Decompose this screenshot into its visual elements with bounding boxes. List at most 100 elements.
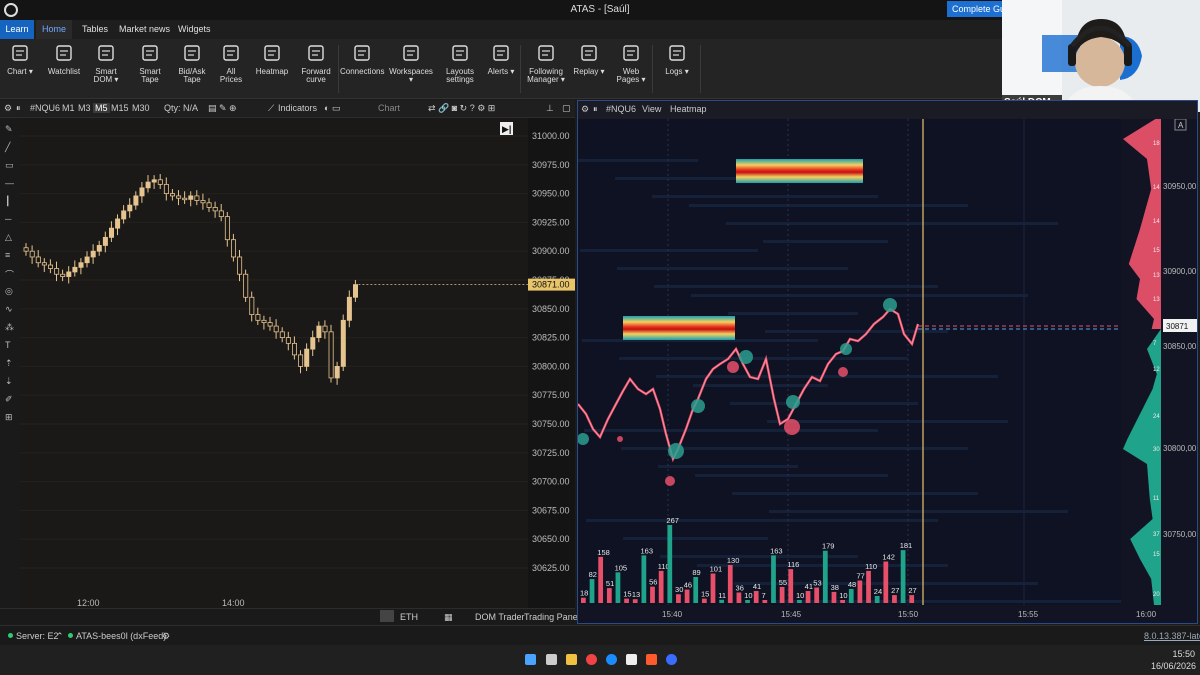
pause-icon[interactable]: ⏸	[593, 104, 598, 115]
drawing-tool-5-icon[interactable]: ─	[5, 214, 11, 224]
timeframe-m30[interactable]: M30	[132, 103, 150, 113]
candlestick-plot[interactable]: 12:00 14:00 ▶|	[20, 118, 528, 608]
candle	[188, 195, 194, 200]
menu-market-news[interactable]: Market news	[119, 20, 170, 39]
indicators-button[interactable]: Indicators	[278, 103, 317, 113]
gear-icon[interactable]: ⚙	[162, 631, 170, 642]
connections-icon	[354, 45, 370, 61]
toolbar-workspaces-button[interactable]: Workspaces ▾	[386, 39, 436, 99]
drawing-tools-icon[interactable]: ▤ ✎ ⊕	[208, 103, 237, 114]
drawing-tool-6-icon[interactable]: △	[5, 232, 12, 243]
explorer-icon[interactable]	[566, 654, 577, 665]
profile-count-label: 11	[1153, 496, 1160, 502]
toolbar-forward-curve-button[interactable]: Forward curve	[296, 39, 336, 99]
heatmap-price-label: 30750,00	[1163, 530, 1197, 539]
candle	[54, 268, 60, 275]
pause-icon[interactable]: ⏸	[16, 103, 21, 114]
menu-learn[interactable]: Learn	[0, 20, 34, 39]
drawing-tool-1-icon[interactable]: ╱	[5, 142, 10, 153]
tradingview-icon[interactable]	[626, 654, 637, 665]
taskview-icon[interactable]	[546, 654, 557, 665]
trade-bubble	[739, 350, 753, 364]
header-action-icons[interactable]: ⇄ 🔗 ◙ ↻ ? ⚙ ⊞	[428, 103, 495, 114]
view-menu[interactable]: View	[642, 104, 661, 114]
timeframe-m5[interactable]: M5	[93, 103, 110, 113]
drawing-tool-7-icon[interactable]: ≡	[5, 250, 10, 260]
drawing-tool-4-icon[interactable]: ┃	[5, 196, 10, 207]
maximize-icon[interactable]: ▢	[562, 103, 571, 114]
timeframe-m15[interactable]: M15	[111, 103, 129, 113]
drawing-tool-10-icon[interactable]: ∿	[5, 304, 13, 315]
candle	[249, 296, 255, 315]
atas-taskbar-icon[interactable]	[606, 654, 617, 665]
toolbar-alerts-button[interactable]: Alerts ▾	[482, 39, 520, 99]
toolbar-all-prices-button[interactable]: All Prices	[214, 39, 248, 99]
drawing-tool-11-icon[interactable]: ⁂	[5, 322, 14, 333]
drawing-tool-15-icon[interactable]: ✐	[5, 394, 13, 405]
menu-home[interactable]: Home	[36, 20, 72, 39]
left-symbol[interactable]: #NQU6	[30, 103, 60, 113]
toolbar-connections-button[interactable]: Connections	[340, 39, 384, 99]
heatmap-symbol[interactable]: #NQU6	[606, 104, 636, 114]
toolbar-watchlist-button[interactable]: Watchlist	[44, 39, 84, 99]
workspaces-icon	[403, 45, 419, 61]
drawing-tool-2-icon[interactable]: ▭	[5, 160, 14, 171]
price-tick-label: 30625.00	[532, 563, 570, 573]
toolbar-smart-tape-button[interactable]: Smart Tape	[130, 39, 170, 99]
version-link[interactable]: 8.0.13.387-latest	[1144, 631, 1200, 641]
settings-icon[interactable]: ⚙	[581, 104, 589, 115]
toolbar-chart-button[interactable]: Chart ▾	[0, 39, 40, 99]
drawing-tool-16-icon[interactable]: ⊞	[5, 412, 13, 423]
chrome-icon[interactable]	[586, 654, 597, 665]
candle	[84, 256, 90, 264]
liquidity-band	[617, 267, 848, 270]
drawing-tool-13-icon[interactable]: ⇡	[5, 358, 13, 369]
chevron-up-icon[interactable]: ⌃	[56, 631, 64, 642]
drawing-tool-8-icon[interactable]: ⌒	[5, 268, 14, 281]
start-icon[interactable]	[525, 654, 536, 665]
template-icons[interactable]: ◐ ▭	[324, 103, 340, 114]
drawing-tool-14-icon[interactable]: ⇣	[5, 376, 13, 387]
liquidity-band	[767, 420, 1008, 423]
calendar-icon[interactable]: ▦	[444, 612, 453, 623]
menu-tables[interactable]: Tables	[82, 20, 108, 39]
drawing-tool-12-icon[interactable]: T	[5, 340, 11, 350]
toolbar-layouts-button[interactable]: Layouts settings	[440, 39, 480, 99]
qty-field[interactable]: Qty: N/A	[164, 103, 198, 113]
heatmap-mode-select[interactable]: Heatmap	[670, 104, 707, 114]
settings-icon[interactable]: ⚙	[4, 103, 12, 114]
pin-icon[interactable]: ⊥	[546, 103, 554, 114]
toolbar-bid-ask-tape-button[interactable]: Bid/Ask Tape	[172, 39, 212, 99]
toolbar-replay-button[interactable]: Replay ▾	[570, 39, 608, 99]
app2-icon[interactable]	[666, 654, 677, 665]
dom-trader-button[interactable]: DOM Trader	[475, 612, 525, 622]
toolbar-logs-button[interactable]: Logs ▾	[658, 39, 696, 99]
menu-widgets[interactable]: Widgets	[178, 20, 211, 39]
list-icon	[223, 45, 239, 61]
app-icon[interactable]	[646, 654, 657, 665]
profile-count-label: 20	[1153, 592, 1160, 598]
tape-icon	[142, 45, 158, 61]
toolbar-web-pages-button[interactable]: Web Pages ▾	[612, 39, 650, 99]
heatmap-time-label: 15:55	[1018, 610, 1039, 619]
exchange-select[interactable]: ETH	[400, 612, 418, 622]
trading-panel-button[interactable]: Trading Panel	[524, 612, 580, 622]
volume-label: 56	[649, 578, 657, 587]
timeframe-m3[interactable]: M3	[78, 103, 91, 113]
liquidity-band	[586, 519, 938, 522]
timeframe-m1[interactable]: M1	[62, 103, 75, 113]
drawing-tool-3-icon[interactable]: —	[5, 178, 14, 188]
heatmap-plot[interactable]: 18 82 158 51 105 15 13 163 56 110 267 30 46 89 15 101 11…	[577, 119, 1147, 605]
toolbar-heatmap-button[interactable]: Heatmap	[252, 39, 292, 99]
scroll-handle[interactable]	[380, 610, 394, 622]
candle	[121, 210, 127, 220]
toolbar-following-manager-button[interactable]: Following Manager ▾	[526, 39, 566, 99]
volume-bar	[874, 595, 880, 603]
complete-guide-button[interactable]: Complete Guide	[947, 1, 1005, 17]
volume-label: 53	[813, 579, 821, 588]
drawing-tool-0-icon[interactable]: ✎	[5, 124, 13, 135]
heatmap-time-label: 15:50	[898, 610, 919, 619]
toolbar-smart-dom-button[interactable]: Smart DOM ▾	[86, 39, 126, 99]
candle	[23, 247, 29, 252]
drawing-tool-9-icon[interactable]: ◎	[5, 286, 13, 297]
